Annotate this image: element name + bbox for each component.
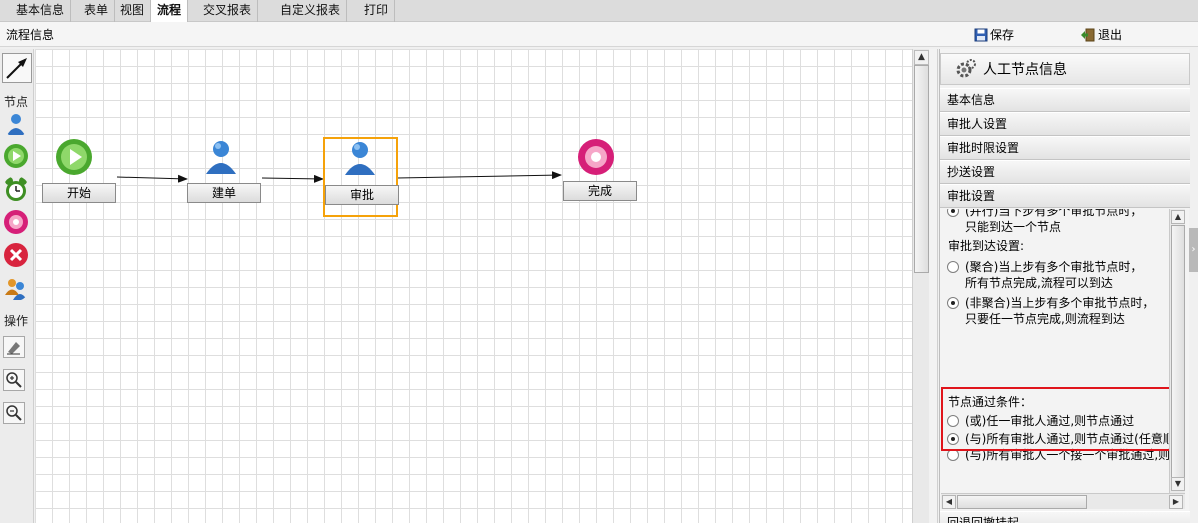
panel-scroll-down-icon[interactable]: ▼ <box>1171 477 1185 491</box>
canvas-vertical-scrollbar[interactable]: ▲ <box>912 49 929 523</box>
section-time-limit[interactable]: 审批时限设置 <box>940 136 1190 160</box>
user-icon[interactable] <box>341 139 379 177</box>
radio-parallel[interactable] <box>947 209 959 217</box>
save-button[interactable]: 保存 <box>974 26 1014 43</box>
tab-flow[interactable]: 流程 <box>150 0 189 23</box>
panel-horizontal-scrollbar[interactable]: ◀ ▶ <box>941 493 1185 509</box>
flow-canvas[interactable]: 开始 建单 审批 完成 <box>35 49 912 523</box>
section-rollback[interactable]: 回退回撤挂起 <box>940 511 1190 523</box>
aggregate-option-text: (聚合)当上步有多个审批节点时， 所有节点完成,流程可以到达 <box>965 259 1142 291</box>
cancel-node-icon[interactable] <box>3 242 29 268</box>
eraser-tool[interactable] <box>3 336 25 358</box>
zoom-out-tool[interactable] <box>3 402 25 424</box>
zoom-in-tool[interactable] <box>3 369 25 391</box>
eraser-icon <box>7 342 20 355</box>
parallel-option[interactable]: (并行)当下步有多个审批节点时， 只能到达一个节点 <box>947 209 1142 235</box>
node-palette: 节点 操作 <box>0 49 34 523</box>
arrival-settings-label: 审批到达设置: <box>948 239 1025 253</box>
non-aggregate-line2: 只要任一节点完成,则流程到达 <box>965 312 1125 326</box>
highlight-box <box>941 387 1171 451</box>
pointer-tool[interactable] <box>2 53 32 83</box>
start-play-icon[interactable] <box>55 138 93 176</box>
parallel-option-line2: 只能到达一个节点 <box>965 220 1062 234</box>
radio-non-aggregate[interactable] <box>947 297 959 309</box>
user-icon[interactable] <box>202 138 240 176</box>
radio-aggregate[interactable] <box>947 261 959 273</box>
timer-node-icon[interactable] <box>3 176 29 202</box>
page-title: 流程信息 <box>6 28 55 42</box>
exit-button[interactable]: 退出 <box>1080 26 1122 43</box>
user-node-icon[interactable] <box>3 111 29 137</box>
node-label-finish[interactable]: 完成 <box>563 181 637 201</box>
end-node-icon[interactable] <box>3 209 29 235</box>
node-label-start[interactable]: 开始 <box>42 183 116 203</box>
panel-scroll-right-icon[interactable]: ▶ <box>1169 495 1183 509</box>
node-label-approve[interactable]: 审批 <box>325 185 399 205</box>
section-basic-info[interactable]: 基本信息 <box>940 88 1190 112</box>
canvas-scroll-thumb[interactable] <box>914 65 929 273</box>
tab-custom-report[interactable]: 自定义报表 <box>274 0 348 22</box>
gear-icon <box>956 59 976 78</box>
arrival-option-non-aggregate[interactable]: (非聚合)当上步有多个审批节点时， 只要任一节点完成,则流程到达 <box>947 295 1154 327</box>
connector-create-approve[interactable] <box>261 174 324 183</box>
aggregate-line2: 所有节点完成,流程可以到达 <box>965 276 1113 290</box>
non-aggregate-option-text: (非聚合)当上步有多个审批节点时， 只要任一节点完成,则流程到达 <box>965 295 1154 327</box>
tab-basic-info[interactable]: 基本信息 <box>10 0 72 22</box>
panel-scroll-left-icon[interactable]: ◀ <box>942 495 956 509</box>
panel-title: 人工节点信息 <box>983 62 1067 78</box>
parallel-option-text: (并行)当下步有多个审批节点时， 只能到达一个节点 <box>965 209 1142 235</box>
zoom-in-icon <box>6 372 22 388</box>
connector-approve-finish[interactable] <box>396 171 562 180</box>
section-approval-settings[interactable]: 审批设置 <box>940 184 1190 208</box>
scroll-up-arrow-icon[interactable]: ▲ <box>914 50 929 65</box>
exit-label: 退出 <box>1098 28 1123 42</box>
section-cc-settings[interactable]: 抄送设置 <box>940 160 1190 184</box>
panel-splitter[interactable] <box>929 49 938 523</box>
end-disc-icon[interactable] <box>577 138 615 176</box>
tab-form[interactable]: 表单 <box>78 0 116 22</box>
multi-user-node-icon[interactable] <box>3 275 29 301</box>
palette-ops-label: 操作 <box>4 314 29 328</box>
parallel-option-line1: (并行)当下步有多个审批节点时， <box>965 209 1143 218</box>
tab-bar: 基本信息 表单 视图 流程 交叉报表 自定义报表 打印 <box>0 0 1198 23</box>
panel-hscroll-thumb[interactable] <box>957 495 1087 509</box>
save-label: 保存 <box>990 28 1015 42</box>
zoom-out-icon <box>6 405 22 421</box>
palette-nodes-label: 节点 <box>4 95 29 109</box>
arrival-option-aggregate[interactable]: (聚合)当上步有多个审批节点时， 所有节点完成,流程可以到达 <box>947 259 1142 291</box>
floppy-disk-icon <box>974 28 988 41</box>
flow-toolbar: 流程信息 保存 退出 <box>0 22 1198 47</box>
tab-print[interactable]: 打印 <box>358 0 396 22</box>
collapse-panel-chevron-icon[interactable]: › <box>1189 228 1198 272</box>
panel-scroll-up-icon[interactable]: ▲ <box>1171 210 1185 224</box>
node-label-create[interactable]: 建单 <box>187 183 261 203</box>
arrow-pointer-icon <box>6 58 27 79</box>
aggregate-line1: (聚合)当上步有多个审批节点时， <box>965 260 1143 274</box>
section-approver-settings[interactable]: 审批人设置 <box>940 112 1190 136</box>
tab-cross-report[interactable]: 交叉报表 <box>197 0 259 22</box>
panel-header: 人工节点信息 <box>940 53 1190 85</box>
exit-door-icon <box>1081 28 1095 41</box>
node-properties-panel: 人工节点信息 基本信息 审批人设置 审批时限设置 抄送设置 审批设置 (并行)当… <box>939 49 1190 523</box>
tab-view[interactable]: 视图 <box>114 0 152 22</box>
panel-scroll-thumb[interactable] <box>1171 225 1185 479</box>
non-aggregate-line1: (非聚合)当上步有多个审批节点时， <box>965 296 1155 310</box>
flow-connectors <box>116 171 562 183</box>
connector-start-create[interactable] <box>116 174 188 183</box>
panel-vertical-scrollbar[interactable]: ▲ ▼ <box>1169 209 1185 493</box>
start-node-icon[interactable] <box>3 143 29 169</box>
